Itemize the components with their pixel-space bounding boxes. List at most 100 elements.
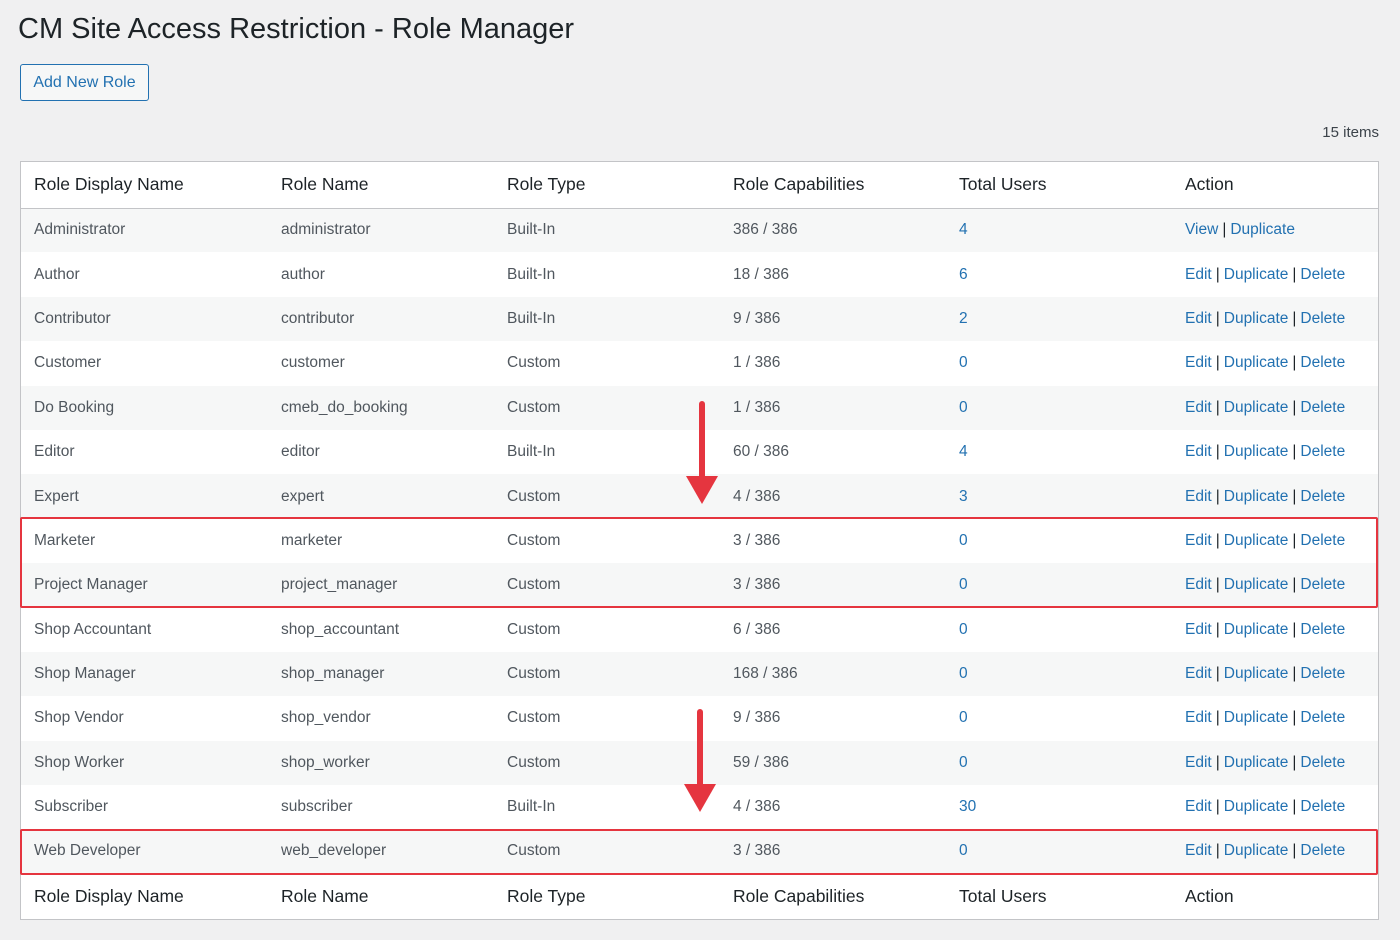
duplicate-link[interactable]: Duplicate <box>1224 798 1289 815</box>
total-users-link[interactable]: 0 <box>959 532 968 549</box>
total-users-link[interactable]: 0 <box>959 842 968 859</box>
edit-link[interactable]: Edit <box>1185 354 1212 371</box>
duplicate-link[interactable]: Duplicate <box>1224 354 1289 371</box>
role-type-cell: Built-In <box>507 221 556 239</box>
duplicate-link[interactable]: Duplicate <box>1224 665 1289 682</box>
duplicate-link[interactable]: Duplicate <box>1224 621 1289 638</box>
total-users-link[interactable]: 30 <box>959 798 976 815</box>
edit-link[interactable]: Edit <box>1185 754 1212 771</box>
delete-link[interactable]: Delete <box>1300 754 1345 771</box>
edit-link[interactable]: Edit <box>1185 266 1212 283</box>
role-display-name-cell: Marketer <box>34 531 96 549</box>
delete-link[interactable]: Delete <box>1300 532 1345 549</box>
delete-link[interactable]: Delete <box>1300 266 1345 283</box>
edit-link[interactable]: Edit <box>1185 532 1212 549</box>
total-users-link[interactable]: 0 <box>959 665 968 682</box>
edit-link[interactable]: Edit <box>1185 709 1212 726</box>
column-footer-role-type: Role Type <box>494 873 720 919</box>
role-type-cell: Built-In <box>507 309 556 327</box>
duplicate-link[interactable]: Duplicate <box>1224 488 1289 505</box>
table-row: Shop Worker shop_worker Custom 59 / 386 0 Edi… <box>21 740 1378 786</box>
edit-link[interactable]: Edit <box>1185 621 1212 638</box>
duplicate-link[interactable]: Duplicate <box>1224 266 1289 283</box>
delete-link[interactable]: Delete <box>1300 443 1345 460</box>
delete-link[interactable]: Delete <box>1300 709 1345 726</box>
delete-link[interactable]: Delete <box>1300 488 1345 505</box>
total-users-link[interactable]: 0 <box>959 709 968 726</box>
duplicate-link[interactable]: Duplicate <box>1224 576 1289 593</box>
action-separator: | <box>1292 620 1297 638</box>
edit-link[interactable]: Edit <box>1185 798 1212 815</box>
table-body: Administrator administrator Built-In 386 / … <box>21 208 1378 874</box>
edit-link[interactable]: Edit <box>1185 842 1212 859</box>
actions-cell: Edit | Duplicate | Delete <box>1172 785 1378 829</box>
duplicate-link[interactable]: Duplicate <box>1224 709 1289 726</box>
table-row: Shop Accountant shop_accountant Custom 6 / … <box>21 607 1378 652</box>
role-type-cell: Custom <box>507 531 561 549</box>
role-name-cell: shop_vendor <box>281 709 371 727</box>
edit-link[interactable]: Edit <box>1185 443 1212 460</box>
total-users-link[interactable]: 0 <box>959 399 968 416</box>
total-users-link[interactable]: 6 <box>959 266 968 283</box>
delete-link[interactable]: Delete <box>1300 310 1345 327</box>
edit-link[interactable]: Edit <box>1185 310 1212 327</box>
delete-link[interactable]: Delete <box>1300 842 1345 859</box>
total-users-link[interactable]: 0 <box>959 576 968 593</box>
edit-link[interactable]: Edit <box>1185 488 1212 505</box>
delete-link[interactable]: Delete <box>1300 621 1345 638</box>
edit-link[interactable]: Edit <box>1185 576 1212 593</box>
total-users-link[interactable]: 4 <box>959 221 968 238</box>
action-separator: | <box>1292 531 1297 549</box>
table-row: Marketer marketer Custom 3 / 386 0 Edit | Dupli… <box>21 518 1378 564</box>
delete-link[interactable]: Delete <box>1300 354 1345 371</box>
role-name-cell: contributor <box>281 309 355 327</box>
action-separator: | <box>1215 709 1220 727</box>
duplicate-link[interactable]: Duplicate <box>1224 754 1289 771</box>
table-row: Contributor contributor Built-In 9 / 386 2 Ed… <box>21 296 1378 342</box>
action-separator: | <box>1215 798 1220 816</box>
role-capabilities-cell: 1 / 386 <box>733 398 781 416</box>
table-row: Author author Built-In 18 / 386 6 Edit | Duplic… <box>21 252 1378 297</box>
duplicate-link[interactable]: Duplicate <box>1224 842 1289 859</box>
edit-link[interactable]: Edit <box>1185 399 1212 416</box>
total-users-link[interactable]: 4 <box>959 443 968 460</box>
role-capabilities-cell: 3 / 386 <box>733 842 781 860</box>
total-users-cell: 0 <box>946 563 1172 607</box>
role-name-cell: editor <box>281 443 320 461</box>
add-new-role-button[interactable]: Add New Role <box>20 64 149 101</box>
action-separator: | <box>1292 354 1297 372</box>
role-display-name-cell: Subscriber <box>34 798 109 816</box>
role-display-name-cell: Shop Manager <box>34 665 136 683</box>
action-separator: | <box>1215 487 1220 505</box>
role-type-cell: Custom <box>507 842 561 860</box>
total-users-link[interactable]: 0 <box>959 354 968 371</box>
total-users-link[interactable]: 3 <box>959 488 968 505</box>
actions-cell: Edit | Duplicate | Delete <box>1172 829 1378 873</box>
table-row: Shop Vendor shop_vendor Custom 9 / 386 0 Edit… <box>21 696 1378 741</box>
edit-link[interactable]: Edit <box>1185 665 1212 682</box>
role-type-cell: Custom <box>507 620 561 638</box>
duplicate-link[interactable]: Duplicate <box>1224 399 1289 416</box>
total-users-link[interactable]: 0 <box>959 621 968 638</box>
delete-link[interactable]: Delete <box>1300 576 1345 593</box>
delete-link[interactable]: Delete <box>1300 665 1345 682</box>
table-footer-row: Role Display Name Role Name Role Type Ro… <box>21 873 1378 919</box>
role-display-name-cell: Web Developer <box>34 842 141 860</box>
total-users-link[interactable]: 2 <box>959 310 968 327</box>
view-link[interactable]: View <box>1185 221 1218 238</box>
duplicate-link[interactable]: Duplicate <box>1230 221 1295 238</box>
delete-link[interactable]: Delete <box>1300 798 1345 815</box>
duplicate-link[interactable]: Duplicate <box>1224 532 1289 549</box>
duplicate-link[interactable]: Duplicate <box>1224 443 1289 460</box>
actions-cell: Edit | Duplicate | Delete <box>1172 474 1378 518</box>
total-users-cell: 4 <box>946 430 1172 474</box>
role-capabilities-cell: 9 / 386 <box>733 309 781 327</box>
actions-cell: Edit | Duplicate | Delete <box>1172 563 1378 607</box>
table-row: Subscriber subscriber Built-In 4 / 386 30 Edi… <box>21 785 1378 830</box>
total-users-link[interactable]: 0 <box>959 754 968 771</box>
action-separator: | <box>1292 576 1297 594</box>
role-manager-page: CM Site Access Restriction - Role Manage… <box>0 0 1400 940</box>
column-footer-role-capabilities: Role Capabilities <box>720 873 946 919</box>
duplicate-link[interactable]: Duplicate <box>1224 310 1289 327</box>
delete-link[interactable]: Delete <box>1300 399 1345 416</box>
